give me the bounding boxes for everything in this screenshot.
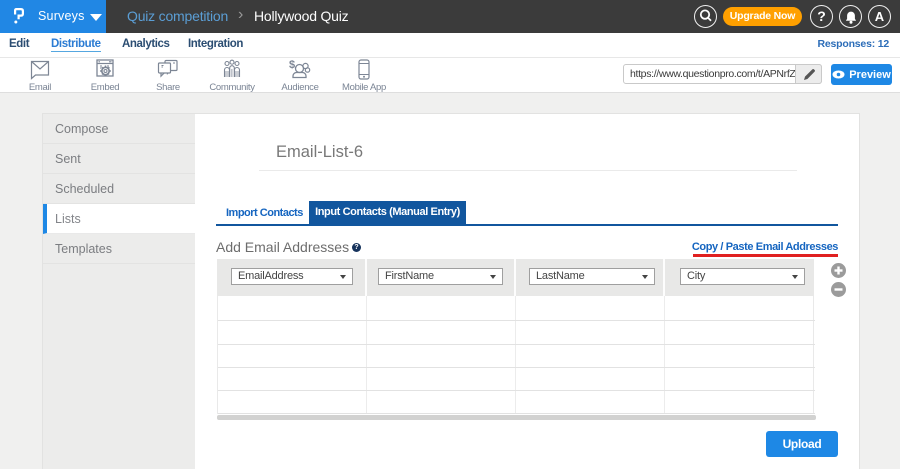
svg-text:$: $ [289,59,295,71]
